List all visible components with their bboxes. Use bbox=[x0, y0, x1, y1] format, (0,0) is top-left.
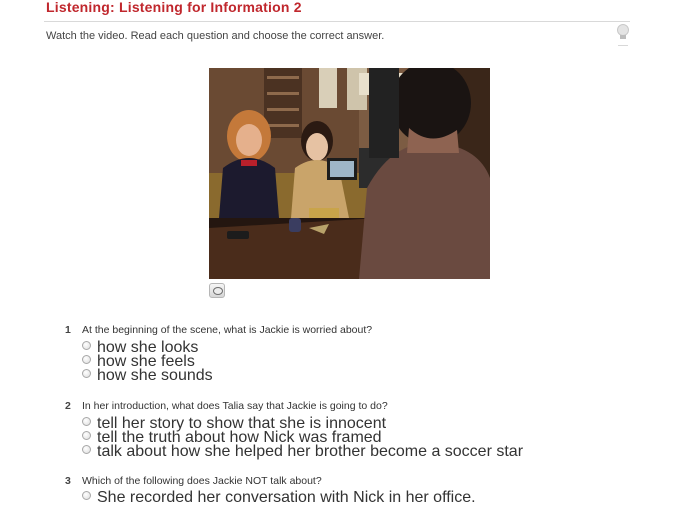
question-number: 3 bbox=[65, 475, 71, 487]
page-title: Listening: Listening for Information 2 bbox=[46, 0, 302, 15]
radio-button[interactable] bbox=[82, 491, 91, 500]
hint-button[interactable] bbox=[616, 24, 630, 50]
radio-button[interactable] bbox=[82, 445, 91, 454]
video-frame bbox=[209, 68, 490, 279]
radio-button[interactable] bbox=[82, 355, 91, 364]
radio-button[interactable] bbox=[82, 417, 91, 426]
title-divider bbox=[44, 21, 630, 22]
option-label: talk about how she helped her brother be… bbox=[97, 443, 524, 460]
option-label: how she sounds bbox=[97, 367, 213, 384]
radio-button[interactable] bbox=[82, 369, 91, 378]
question-text: At the beginning of the scene, what is J… bbox=[82, 324, 373, 336]
radio-button[interactable] bbox=[82, 431, 91, 440]
question-number: 2 bbox=[65, 400, 71, 412]
caption-button[interactable] bbox=[209, 283, 225, 298]
option-label: She recorded her conversation with Nick … bbox=[97, 489, 476, 506]
radio-button[interactable] bbox=[82, 341, 91, 350]
question-text: Which of the following does Jackie NOT t… bbox=[82, 475, 322, 487]
question-number: 1 bbox=[65, 324, 71, 336]
question-text: In her introduction, what does Talia say… bbox=[82, 400, 388, 412]
video-player[interactable] bbox=[209, 68, 490, 279]
instructions-text: Watch the video. Read each question and … bbox=[46, 30, 385, 42]
speech-bubble-icon bbox=[213, 287, 223, 295]
